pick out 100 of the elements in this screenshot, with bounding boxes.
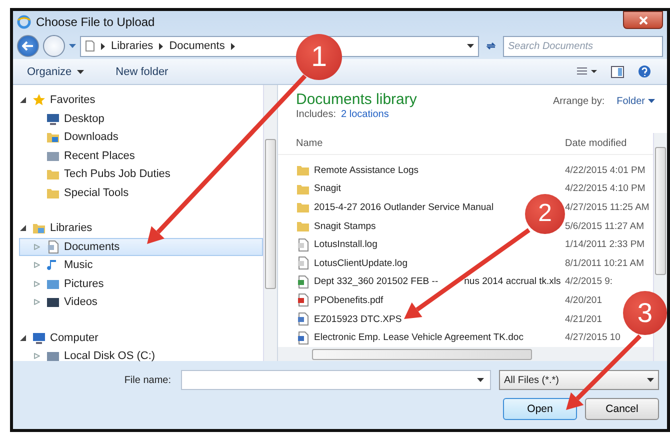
scrollbar-thumb[interactable] — [312, 348, 532, 360]
date-modified: 4/2/2015 9: — [565, 276, 613, 288]
caret-icon — [648, 99, 655, 103]
scrollbar[interactable] — [263, 85, 277, 361]
text-file-icon — [296, 238, 310, 252]
chevron-icon — [159, 42, 164, 50]
collapsed-arrow-icon[interactable] — [34, 280, 40, 287]
star-icon — [32, 93, 46, 108]
nav-item[interactable]: Favorites — [19, 91, 263, 110]
file-name[interactable]: Remote Assistance Logs — [296, 163, 419, 178]
file-type-dropdown[interactable]: All Files (*.*) — [499, 370, 659, 390]
toolbar-button[interactable]: Organize — [23, 64, 88, 80]
library-folder-icon — [32, 221, 46, 236]
nav-label: Local Disk OS (C:) — [64, 350, 156, 362]
file-name[interactable]: Dept 332_360 201502 FEB -- — [296, 274, 438, 289]
view-list-icon[interactable] — [577, 66, 597, 76]
nav-label: Favorites — [50, 94, 96, 106]
nav-label: Special Tools — [64, 186, 129, 199]
nav-item[interactable]: Computer — [19, 328, 263, 347]
monitor-icon — [46, 112, 60, 126]
expanded-arrow-icon[interactable] — [20, 97, 26, 104]
file-name: nus 2014 accrual tk.xls — [464, 276, 561, 288]
caret-icon — [477, 378, 484, 382]
nav-item[interactable]: Documents — [19, 238, 263, 256]
caret-icon — [69, 44, 76, 48]
preview-pane-icon[interactable] — [611, 66, 624, 78]
nav-label: Pictures — [64, 278, 104, 290]
search-field[interactable]: Search Documents — [503, 36, 663, 56]
scrollbar-thumb[interactable] — [265, 139, 276, 289]
nav-label: Libraries — [50, 222, 92, 234]
close-button[interactable] — [623, 11, 663, 29]
nav-item[interactable]: Desktop — [19, 110, 263, 128]
date-modified: 4/21/201 — [565, 314, 602, 325]
file-name[interactable]: PPObenefits.pdf — [296, 293, 384, 308]
nav-label: Music — [64, 259, 93, 272]
refresh-icon — [485, 41, 497, 51]
file-name[interactable]: LotusClientUpdate.log — [296, 256, 408, 270]
date-modified: 1/14/2011 2:33 PM — [565, 239, 645, 250]
arrange-label: Arrange by: — [552, 96, 605, 106]
nav-label: Documents — [64, 240, 120, 253]
locations-link[interactable]: 2 locations — [341, 109, 389, 120]
folder-icon — [296, 219, 310, 234]
nav-item[interactable]: Pictures — [19, 274, 263, 293]
nav-label: Desktop — [64, 112, 104, 125]
window-title: Choose File to Upload — [36, 15, 155, 29]
dialog-button[interactable]: Open — [503, 398, 577, 420]
expanded-arrow-icon[interactable] — [20, 225, 26, 232]
library-title: Documents library — [296, 91, 417, 108]
text-file-icon — [296, 256, 310, 270]
collapsed-arrow-icon[interactable] — [34, 353, 40, 360]
nav-label: Recent Places — [64, 150, 135, 162]
collapsed-arrow-icon[interactable] — [34, 299, 40, 306]
nav-item[interactable]: Tech Pubs Job Duties — [19, 165, 263, 184]
page-icon — [85, 40, 95, 52]
help-icon[interactable] — [638, 65, 651, 78]
toolbar-button[interactable]: New folder — [112, 64, 172, 80]
nav-label: Videos — [64, 296, 98, 308]
breadcrumb-item[interactable]: Documents — [169, 40, 225, 52]
file-name[interactable]: EZ015923 DTC.XPS — [296, 312, 402, 326]
nav-item[interactable]: Videos — [19, 293, 263, 312]
date-modified: 5/6/2015 11:27 AM — [565, 220, 644, 232]
file-name[interactable]: 2015-4-27 2016 Outlander Service Manual — [296, 200, 494, 214]
collapsed-arrow-icon[interactable] — [34, 244, 40, 250]
expanded-arrow-icon[interactable] — [20, 334, 26, 341]
file-name[interactable]: LotusInstall.log — [296, 238, 378, 252]
breadcrumb-item[interactable]: Libraries — [111, 40, 154, 52]
back-button[interactable] — [17, 35, 39, 57]
nav-item[interactable]: Recent Places — [19, 146, 263, 165]
horizontal-scrollbar[interactable] — [278, 347, 653, 361]
nav-item[interactable]: Music — [19, 256, 263, 274]
chevron-icon — [230, 42, 235, 50]
dialog-button[interactable]: Cancel — [585, 398, 659, 420]
pdf-file-icon — [296, 293, 310, 308]
nav-item[interactable]: Special Tools — [19, 184, 263, 202]
date-modified: 4/22/2015 4:01 PM — [565, 164, 646, 176]
arrange-dropdown[interactable]: Folder — [614, 96, 657, 106]
nav-label: Computer — [50, 332, 98, 344]
caret-icon — [467, 44, 474, 48]
scrollbar-thumb[interactable] — [655, 147, 666, 275]
nav-label: Tech Pubs Job Duties — [64, 168, 170, 180]
word-file-icon — [296, 330, 310, 345]
column-header[interactable]: Date modified — [565, 138, 653, 149]
file-name[interactable]: Electronic Emp. Lease Vehicle Agreement TK.doc — [296, 330, 524, 345]
nav-item[interactable]: Libraries — [19, 219, 263, 238]
file-name[interactable]: Snagit — [296, 182, 341, 196]
file-name[interactable]: Snagit Stamps — [296, 219, 376, 234]
folder-icon — [296, 163, 310, 178]
nav-item[interactable]: Downloads — [19, 128, 263, 146]
forward-button[interactable] — [43, 35, 65, 57]
file-name-field[interactable] — [181, 370, 491, 390]
column-header[interactable]: Name — [296, 138, 323, 149]
nav-label: Downloads — [64, 131, 118, 144]
caret-icon — [647, 378, 654, 382]
collapsed-arrow-icon[interactable] — [34, 262, 40, 268]
left-arrow-icon — [22, 41, 34, 51]
folder-arrow-icon — [46, 130, 60, 144]
file-name-label: File name: — [124, 374, 171, 386]
xps-file-icon — [296, 312, 310, 326]
nav-item[interactable]: Local Disk OS (C:) — [19, 347, 263, 366]
close-icon — [638, 16, 648, 24]
